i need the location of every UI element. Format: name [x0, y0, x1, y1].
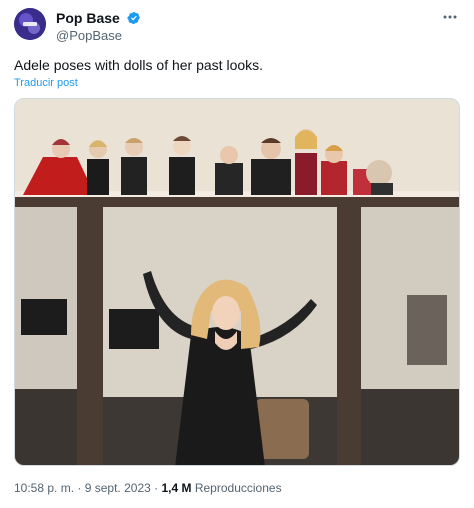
- post-media-photo[interactable]: [14, 98, 460, 466]
- post-header: Pop Base @PopBase: [14, 8, 460, 44]
- post-date[interactable]: 9 sept. 2023: [85, 481, 151, 495]
- avatar[interactable]: [14, 8, 46, 40]
- views-label: Reproducciones: [194, 480, 282, 495]
- meta-separator: ·: [77, 480, 82, 495]
- post-text: Adele poses with dolls of her past looks…: [14, 57, 264, 73]
- post-metadata: 10:58 p. m. · 9 sept. 2023 · 1,4 M Repro…: [14, 480, 282, 495]
- author-display-name[interactable]: Pop Base: [56, 10, 120, 26]
- avatar-image: [14, 8, 46, 40]
- author-block[interactable]: Pop Base @PopBase: [56, 9, 141, 44]
- meta-separator-2: ·: [154, 480, 159, 495]
- photo-image: [15, 99, 459, 465]
- translate-post-link[interactable]: Traducir post: [14, 77, 78, 89]
- views-count: 1,4 M: [161, 480, 192, 495]
- ellipsis-icon[interactable]: [442, 10, 458, 24]
- verified-badge-icon: [127, 11, 141, 24]
- post-time[interactable]: 10:58 p. m.: [14, 481, 74, 495]
- author-handle[interactable]: @PopBase: [56, 28, 141, 44]
